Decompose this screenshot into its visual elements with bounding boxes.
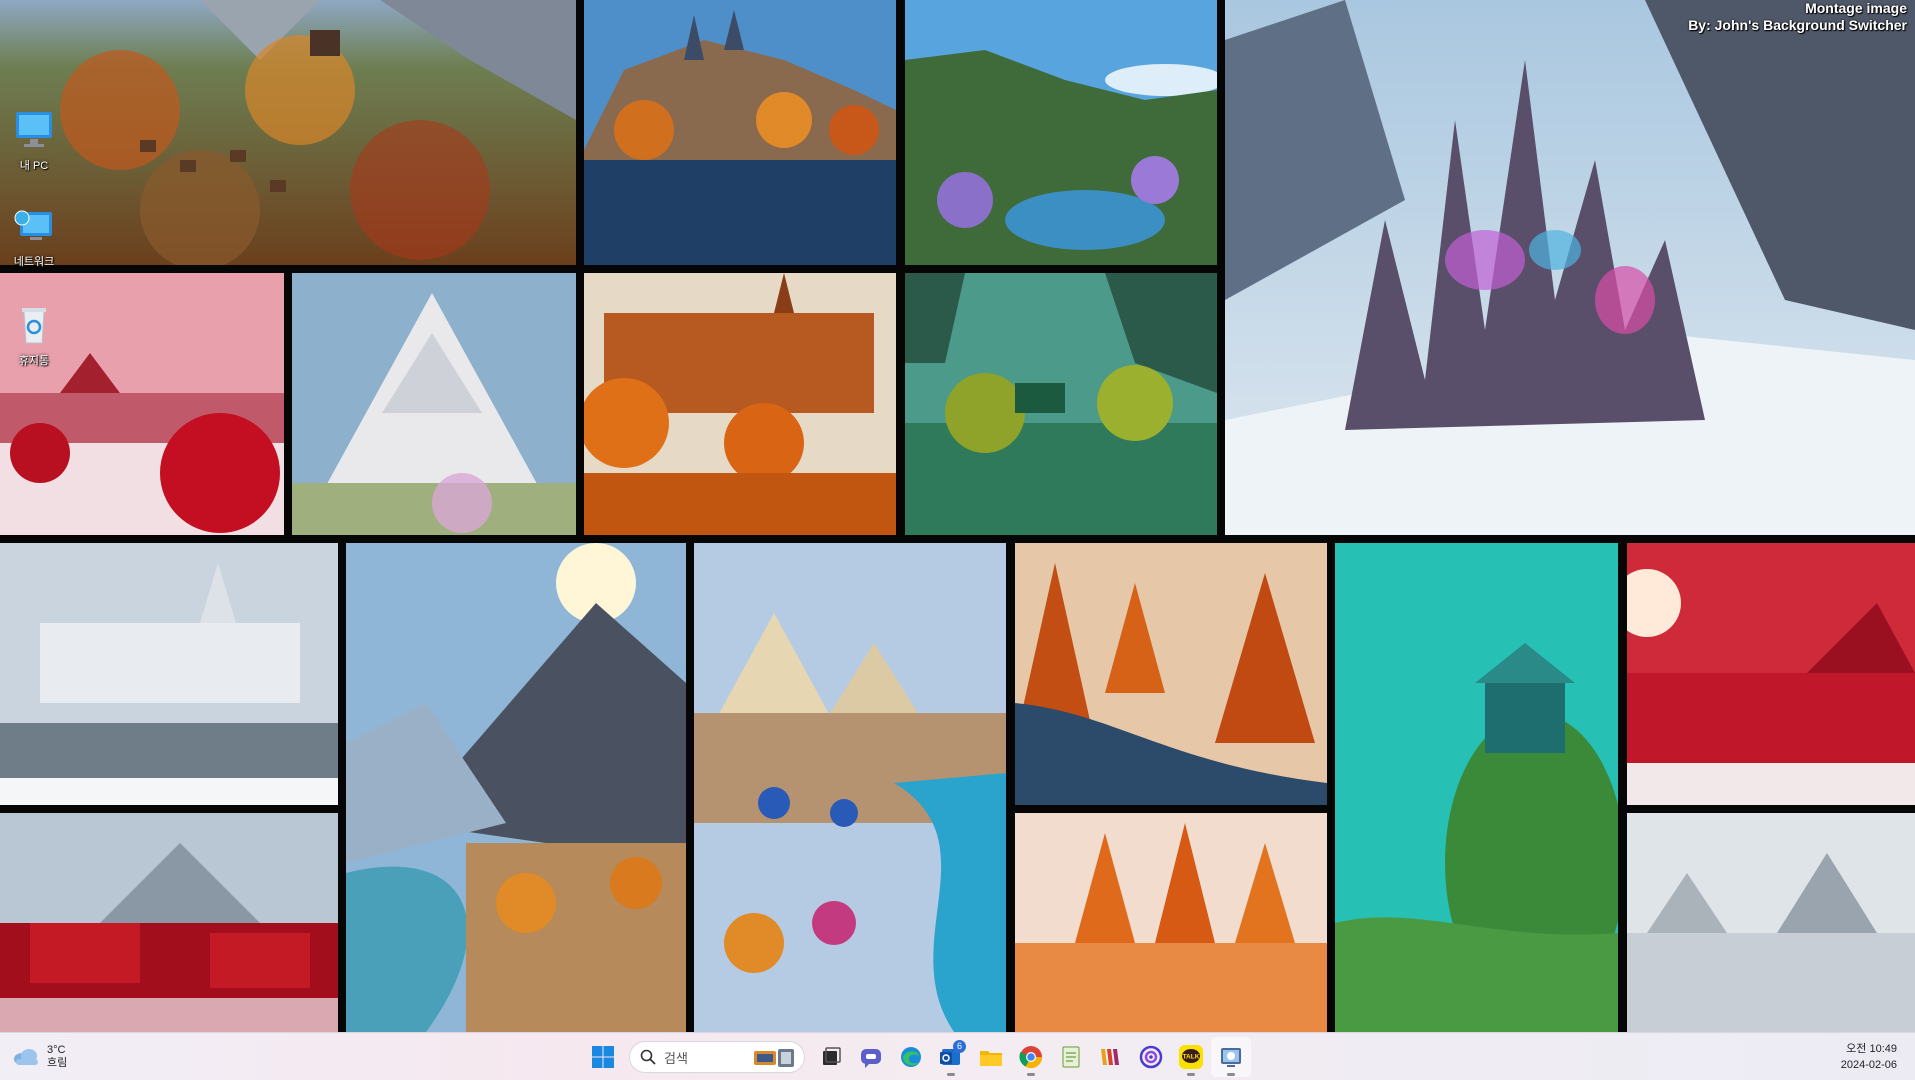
cloud-icon <box>14 1049 38 1065</box>
task-view-icon <box>823 1047 841 1065</box>
windows-logo-icon <box>592 1046 614 1068</box>
clock-time: 오전 10:49 <box>1846 1043 1897 1055</box>
wallpaper-tile-turquoise-island <box>1335 543 1618 1032</box>
spiral-icon <box>1139 1045 1163 1069</box>
edge-icon <box>901 1047 921 1067</box>
monitor-icon <box>16 112 52 147</box>
wallpaper-tile-orange-palace <box>584 273 896 535</box>
wallpaper-tile-orange-spires <box>1015 813 1327 1032</box>
wallpaper-tile-red-lake <box>1627 543 1915 805</box>
montage-caption: Montage image By: John's Background Swit… <box>1688 0 1907 34</box>
wallpaper-tile-green-pagoda <box>905 273 1217 535</box>
chrome-icon <box>1019 1046 1042 1068</box>
notification-badge: 6 <box>953 1040 966 1053</box>
notepad-button[interactable] <box>1051 1037 1091 1077</box>
task-view-button[interactable] <box>811 1037 851 1077</box>
kakaotalk-button[interactable]: TALK <box>1171 1037 1211 1077</box>
running-indicator <box>1227 1073 1235 1076</box>
wallpaper-tile-snow-forest <box>1627 813 1915 1032</box>
wallpaper-tile-autumn-village <box>0 0 576 265</box>
desktop-icon-label: 네트워크 <box>13 256 55 268</box>
talk-icon: TALK <box>1179 1045 1203 1069</box>
wallpaper-tile-white-mountain <box>292 273 576 535</box>
weather-description: 흐림 <box>47 1057 68 1069</box>
wallpaper-tile-orange-canyon <box>1015 543 1327 805</box>
wallpaper-tile-mountain-village <box>346 543 686 1032</box>
desktop-icon-recycle-bin[interactable]: 휴지통 <box>1 305 67 368</box>
start-button[interactable] <box>583 1037 623 1077</box>
system-clock[interactable]: 오전 10:49 2024-02-06 <box>1841 1041 1897 1073</box>
background-switcher-button[interactable] <box>1211 1037 1251 1077</box>
talk-label: TALK <box>1183 1054 1200 1061</box>
chat-icon <box>861 1049 881 1068</box>
wallpaper-tile-snow-palace <box>0 543 338 805</box>
search-highlight-icon <box>754 1049 794 1067</box>
wallpaper-tile-crystal-castle: Montage image By: John's Background Swit… <box>1225 0 1915 535</box>
wallpaper-tile-blue-valley <box>905 0 1217 265</box>
recycle-bin-icon <box>22 308 46 344</box>
search-placeholder: 검색 <box>664 1050 688 1066</box>
running-indicator <box>1187 1073 1195 1076</box>
outlook-button[interactable]: 6 <box>931 1037 971 1077</box>
desktop-icon-label: 내 PC <box>19 160 49 172</box>
chrome-button[interactable] <box>1011 1037 1051 1077</box>
network-icon <box>14 210 52 240</box>
desktop-icon-network[interactable]: 네트워크 <box>1 206 67 269</box>
spiral-app-button[interactable] <box>1131 1037 1171 1077</box>
weather-widget[interactable]: 3°C 흐림 <box>12 1042 67 1072</box>
wallpaper-tile-red-pagodas <box>0 813 338 1032</box>
winamp-icon <box>1101 1049 1119 1065</box>
notepad-icon <box>1062 1046 1080 1068</box>
weather-temperature: 3°C <box>47 1044 66 1056</box>
desktop-icon-my-pc[interactable]: 내 PC <box>1 110 67 173</box>
desktop-icon-label: 휴지통 <box>18 355 50 367</box>
clock-date: 2024-02-06 <box>1840 1059 1897 1071</box>
background-switcher-icon <box>1221 1048 1241 1067</box>
search-icon <box>640 1049 656 1065</box>
running-indicator <box>947 1073 955 1076</box>
file-explorer-button[interactable] <box>971 1037 1011 1077</box>
wallpaper-tile-lake-castle <box>584 0 896 265</box>
chat-app-button[interactable] <box>851 1037 891 1077</box>
edge-browser-button[interactable] <box>891 1037 931 1077</box>
taskbar: 3°C 흐림 검색 6 TALK 오전 10:49 2024-02-06 <box>0 1032 1915 1080</box>
folder-icon <box>980 1051 1002 1066</box>
wallpaper-tile-pyramids-river <box>694 543 1006 1032</box>
caption-title: Montage image <box>1805 0 1907 16</box>
running-indicator <box>1027 1073 1035 1076</box>
winamp-button[interactable] <box>1091 1037 1131 1077</box>
desktop-wallpaper: Montage image By: John's Background Swit… <box>0 0 1915 1032</box>
taskbar-apps: 검색 6 TALK <box>583 1037 1251 1077</box>
taskbar-search-box[interactable]: 검색 <box>629 1041 805 1073</box>
caption-credit: By: John's Background Switcher <box>1688 17 1907 33</box>
